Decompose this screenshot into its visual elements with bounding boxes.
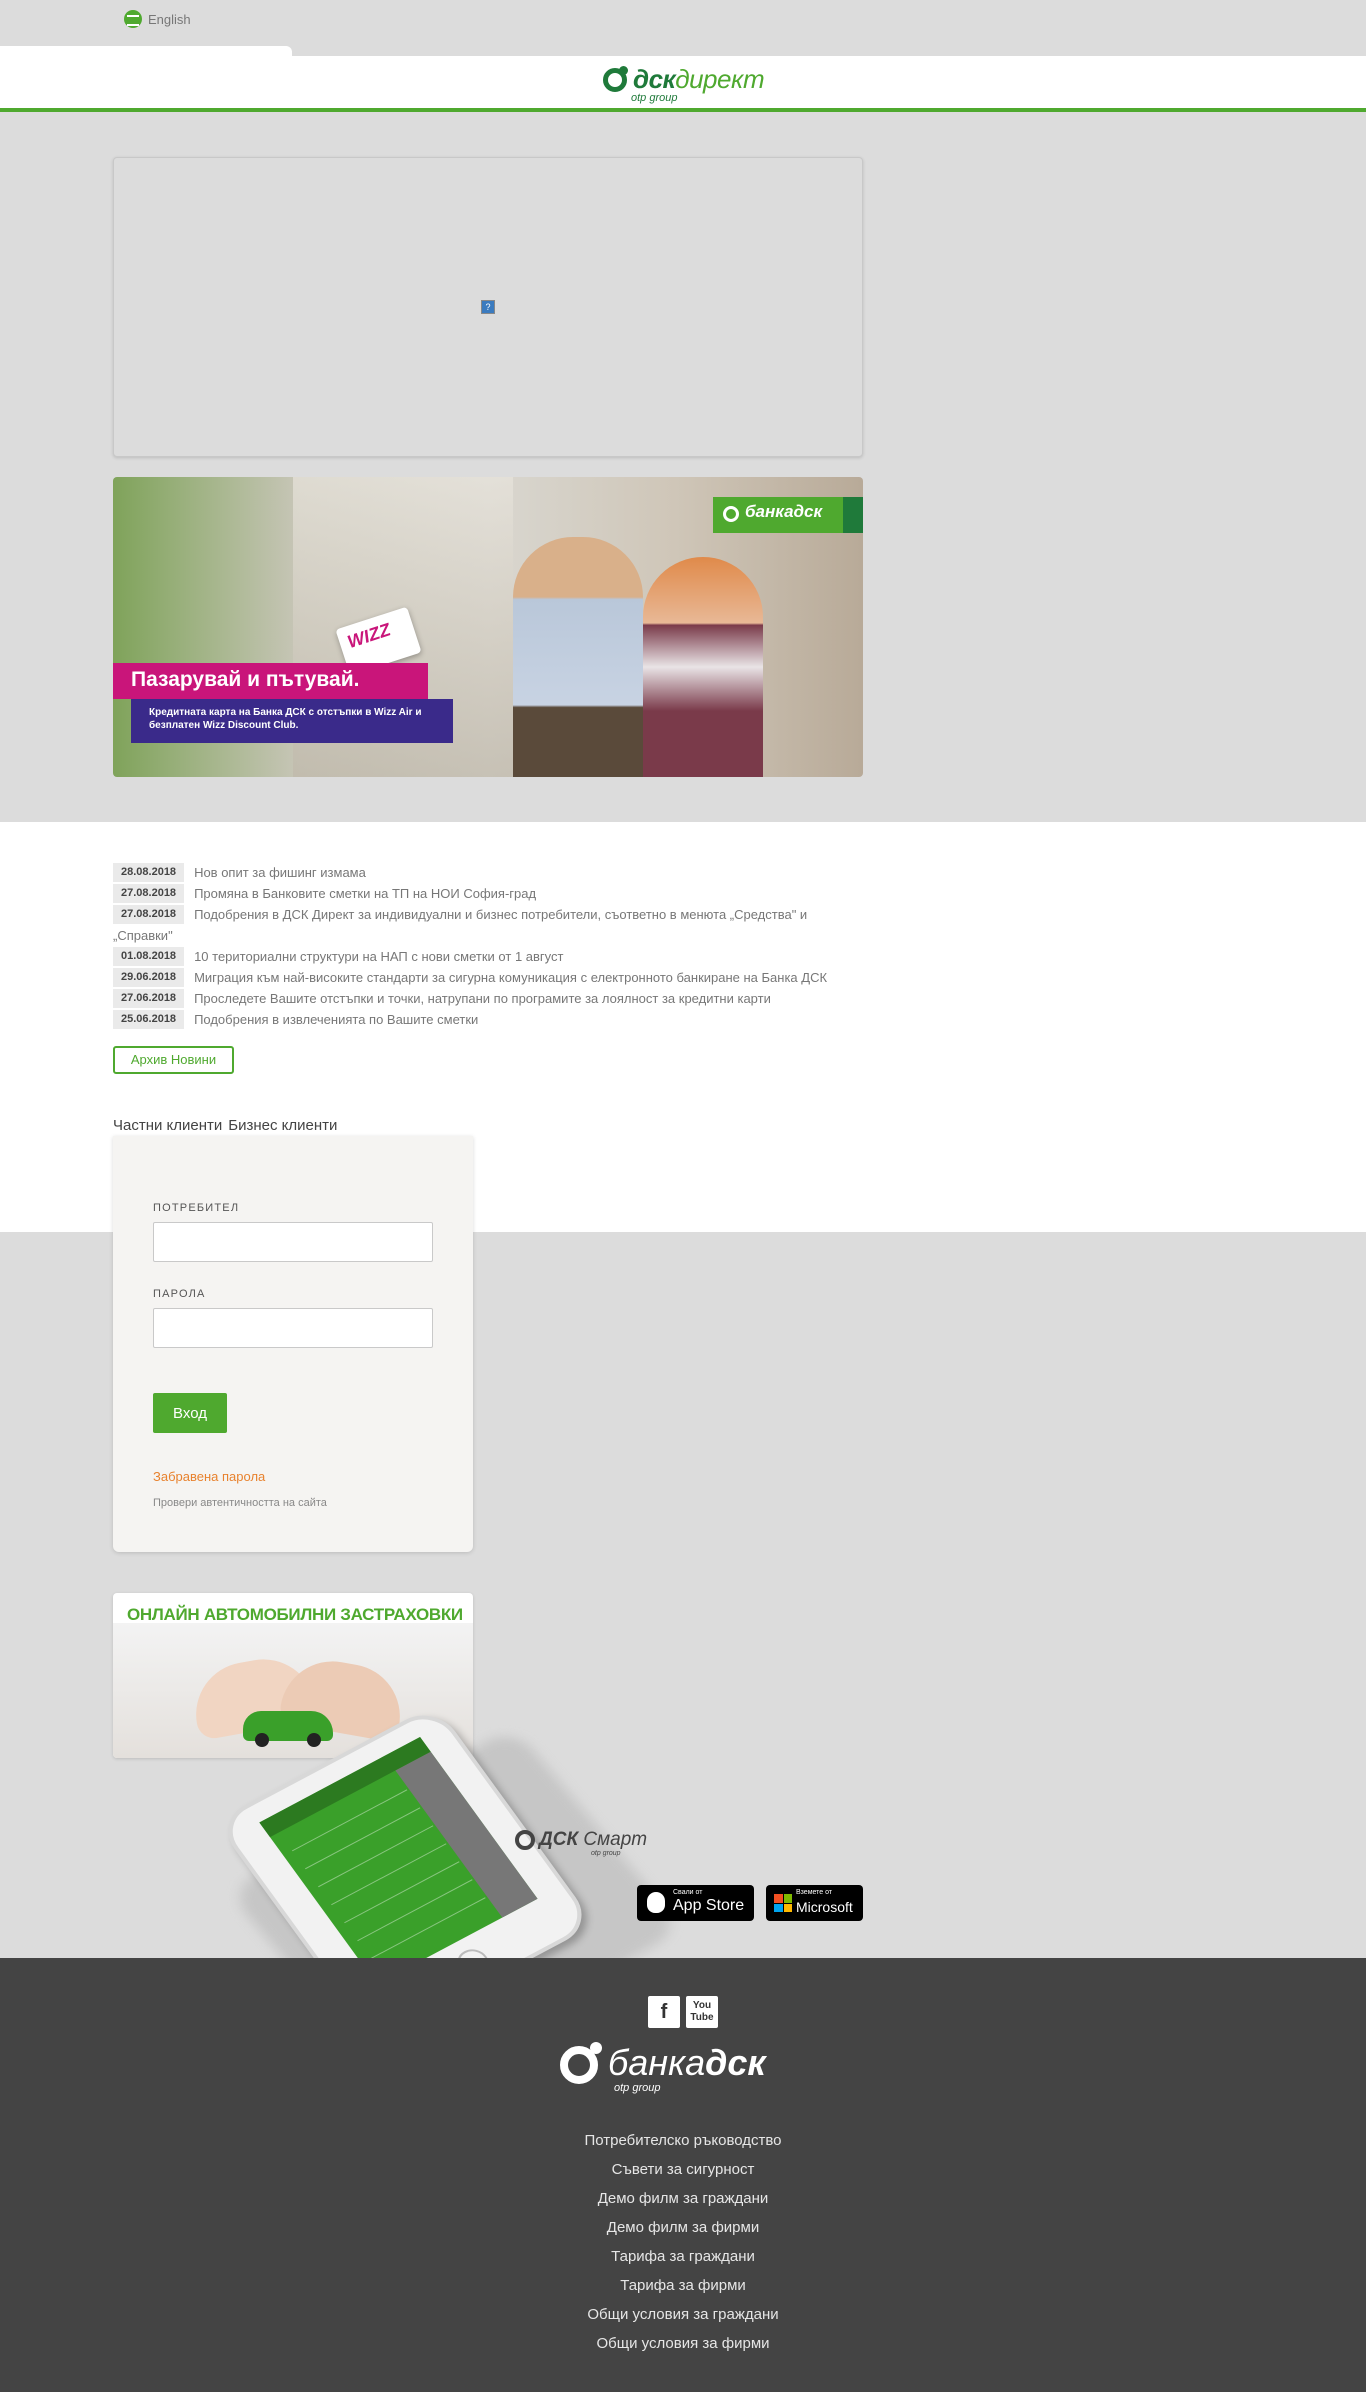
language-label[interactable]: English <box>148 12 191 27</box>
news-archive-button[interactable]: Архив Новини <box>113 1046 234 1074</box>
app-store-button[interactable]: Свали от App Store <box>637 1885 754 1921</box>
banner-photo-man <box>513 537 643 777</box>
footer-link-demo-companies[interactable]: Демо филм за фирми <box>0 2213 1366 2242</box>
social-links: f You Tube <box>648 1996 718 2028</box>
banner-subtext: Кредитната карта на Банка ДСК с отстъпки… <box>149 707 422 731</box>
footer-link-tariff-citizens[interactable]: Тарифа за граждани <box>0 2242 1366 2271</box>
bank-dsk-footer-logo: банкадск otp group <box>560 2042 810 2098</box>
password-input[interactable] <box>153 1308 433 1348</box>
news-title[interactable]: Проследете Вашите отстъпки и точки, натр… <box>194 988 771 1009</box>
news-item[interactable]: 27.06.2018 Проследете Вашите отстъпки и … <box>113 988 863 1009</box>
header: дскдирект otp group <box>0 56 1366 112</box>
car-icon <box>243 1711 333 1747</box>
news-title[interactable]: Нов опит за фишинг измама <box>194 862 366 883</box>
phone-menu-line <box>331 1843 447 1906</box>
news-date: 27.08.2018 <box>113 905 185 924</box>
language-switch[interactable]: English <box>124 10 191 28</box>
news-title[interactable]: Подобрения в извлеченията по Вашите смет… <box>194 1009 478 1030</box>
promo-banner-wizz[interactable]: банкадск WIZZ Пазарувай и пътувай. Креди… <box>113 477 863 777</box>
microsoft-store-button[interactable]: Вземете от Microsoft <box>766 1885 863 1921</box>
footer-link-terms-companies[interactable]: Общи условия за фирми <box>0 2329 1366 2358</box>
footer-link-tariff-companies[interactable]: Тарифа за фирми <box>0 2271 1366 2300</box>
news-item[interactable]: 28.08.2018 Нов опит за фишинг измама <box>113 862 863 883</box>
news-date: 27.06.2018 <box>113 989 185 1008</box>
username-input[interactable] <box>153 1222 433 1262</box>
dsk-logo-mark <box>515 1830 535 1850</box>
login-panel: ПОТРЕБИТЕЛ ПАРОЛА Вход Забравена парола … <box>113 1136 473 1552</box>
news-date: 01.08.2018 <box>113 947 185 966</box>
embedded-frame: ? <box>113 157 863 457</box>
news-date: 29.06.2018 <box>113 968 185 987</box>
footer-link-security-tips[interactable]: Съвети за сигурност <box>0 2155 1366 2184</box>
banner-headline-box: Пазарувай и пътувай. <box>113 663 428 699</box>
top-bar: English <box>0 0 1366 58</box>
apple-icon <box>647 1892 665 1913</box>
dsk-logo-mark <box>603 66 628 92</box>
broken-image-icon: ? <box>481 300 495 314</box>
login-button[interactable]: Вход <box>153 1393 227 1433</box>
banner-photo-woman <box>643 557 763 777</box>
phone-menu-line <box>357 1879 473 1942</box>
globe-icon <box>124 10 142 28</box>
logo-sub: otp group <box>631 92 678 104</box>
phone-menu-line <box>318 1825 434 1888</box>
dsk-logo-mark <box>723 506 739 522</box>
microsoft-icon <box>774 1894 792 1912</box>
verify-site-link[interactable]: Провери автентичността на сайта <box>153 1497 327 1509</box>
phone-menu-line <box>304 1807 421 1870</box>
news-title[interactable]: Промяна в Банковите сметки на ТП на НОИ … <box>194 883 536 904</box>
insurance-headline: ОНЛАЙН АВТОМОБИЛНИ ЗАСТРАХОВКИ <box>127 1605 463 1624</box>
password-label: ПАРОЛА <box>153 1288 206 1300</box>
dsk-direct-logo[interactable]: дскдирект otp group <box>603 62 773 106</box>
forgot-password-link[interactable]: Забравена парола <box>153 1469 265 1484</box>
login-tabs: Частни клиенти Бизнес клиенти <box>113 1117 337 1134</box>
news-item[interactable]: 27.08.2018 Промяна в Банковите сметки на… <box>113 883 863 904</box>
news-title[interactable]: Миграция към най-високите стандарти за с… <box>194 967 827 988</box>
dsk-logo-mark <box>560 2042 602 2084</box>
news-date: 28.08.2018 <box>113 863 185 882</box>
username-label: ПОТРЕБИТЕЛ <box>153 1202 240 1214</box>
news-item[interactable]: 29.06.2018 Миграция към най-високите ста… <box>113 967 863 988</box>
banner-subtext-box: Кредитната карта на Банка ДСК с отстъпки… <box>131 699 453 743</box>
banner-headline: Пазарувай и пътувай. <box>131 668 360 691</box>
footer-links: Потребителско ръководство Съвети за сигу… <box>0 2126 1366 2358</box>
news-item[interactable]: 01.08.2018 10 териториални структури на … <box>113 946 863 967</box>
footer: f You Tube банкадск otp group Потребител… <box>0 1958 1366 2392</box>
logo-brand: дскдирект <box>633 64 765 94</box>
news-title[interactable]: 10 териториални структури на НАП с нови … <box>194 946 563 967</box>
news-date: 25.06.2018 <box>113 1010 185 1029</box>
news-title[interactable]: Подобрения в ДСК Директ за индивидуални … <box>194 904 807 925</box>
news-list: 28.08.2018 Нов опит за фишинг измама 27.… <box>113 862 863 1030</box>
dsk-smart-logo: ДСК Смарт otp group <box>515 1828 655 1858</box>
news-title-continuation[interactable]: „Справки" <box>113 925 863 946</box>
footer-link-terms-citizens[interactable]: Общи условия за граждани <box>0 2300 1366 2329</box>
bank-dsk-badge: банкадск <box>713 497 863 533</box>
tab-business-clients[interactable]: Бизнес клиенти <box>228 1117 337 1134</box>
footer-link-user-guide[interactable]: Потребителско ръководство <box>0 2126 1366 2155</box>
phone-menu-line <box>344 1861 460 1924</box>
news-item[interactable]: 25.06.2018 Подобрения в извлеченията по … <box>113 1009 863 1030</box>
facebook-icon[interactable]: f <box>648 1996 680 2028</box>
news-date: 27.08.2018 <box>113 884 185 903</box>
tab-private-clients[interactable]: Частни клиенти <box>113 1117 222 1134</box>
youtube-icon[interactable]: You Tube <box>686 1996 718 2028</box>
news-item[interactable]: 27.08.2018 Подобрения в ДСК Директ за ин… <box>113 904 863 925</box>
footer-link-demo-citizens[interactable]: Демо филм за граждани <box>0 2184 1366 2213</box>
